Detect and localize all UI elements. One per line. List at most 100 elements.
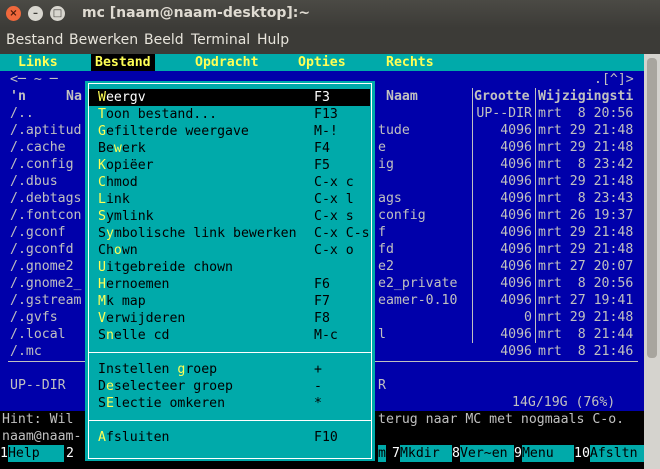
menu-bestand[interactable]: Bestand — [6, 32, 63, 48]
right-file-name[interactable]: e2 — [378, 258, 394, 275]
mc-menu-bestand[interactable]: Bestand — [91, 54, 155, 71]
left-file-item[interactable]: /.aptitud — [10, 122, 81, 139]
fkey-label: Ver~en — [459, 445, 514, 462]
menu-item[interactable]: Link C-x l — [85, 191, 375, 208]
menu-terminal[interactable]: Terminal — [191, 32, 250, 48]
label-text: S — [98, 226, 106, 241]
left-file-item[interactable]: /.debtags — [10, 190, 81, 207]
menu-item[interactable]: Chmod C-x c — [85, 174, 375, 191]
fkey-number: 1 — [0, 446, 8, 461]
terminal-scrollbar[interactable] — [644, 54, 660, 469]
right-file-size: 4096 — [500, 327, 532, 342]
right-file-name[interactable]: fd — [378, 241, 394, 258]
hint-text-left: Hint: Wil — [2, 412, 74, 427]
menu-item-label: Bewerk — [98, 140, 146, 157]
menu-item[interactable]: Chown C-x o — [85, 242, 375, 259]
hotkey-letter: y — [105, 226, 114, 241]
left-file-item[interactable]: /.dbus — [10, 173, 58, 190]
hotkey-letter: G — [98, 124, 106, 139]
fkey-9[interactable]: 9Menu — [514, 445, 574, 462]
mc-menu-rechts[interactable]: Rechts — [386, 54, 434, 71]
menu-item-label: Weergv — [98, 89, 146, 106]
label-text: selecteer groep — [113, 379, 233, 394]
menu-item[interactable]: Symlink C-x s — [85, 208, 375, 225]
left-file-item[interactable]: /.gconfd — [10, 241, 74, 258]
terminal-area[interactable]: Links Bestand Opdracht Opties Rechts <─ … — [0, 54, 660, 469]
right-file-size: 4096 — [500, 259, 532, 274]
menu-item[interactable]: Symbolische link bewerken C-x C-s — [85, 225, 375, 242]
label-text: wn — [121, 243, 138, 258]
left-file-item[interactable]: /.local — [10, 326, 66, 343]
fkey-number: 8 — [452, 446, 460, 461]
left-file-item[interactable]: /.fontcon — [10, 207, 81, 224]
menu-item[interactable]: Mk map F7 — [85, 293, 375, 310]
right-file-size: 4096 — [500, 242, 532, 257]
menu-item[interactable]: Hernoemen F6 — [85, 276, 375, 293]
menu-beeld[interactable]: Beeld — [144, 32, 184, 48]
left-sort-indicator[interactable]: 'n — [10, 88, 26, 105]
right-file-name[interactable]: ags — [378, 190, 402, 207]
fkey-2[interactable]: 2 — [66, 445, 82, 462]
mc-menu-links[interactable]: Links — [18, 54, 58, 71]
right-file-date: mrt 8 23:42 — [538, 157, 634, 172]
fkey-1[interactable]: 1Help — [0, 445, 64, 462]
hotkey-letter: w — [113, 141, 122, 156]
close-button[interactable]: × — [6, 6, 21, 21]
menu-bewerken[interactable]: Bewerken — [69, 32, 138, 48]
left-file-item[interactable]: /.. — [10, 105, 34, 122]
menu-item[interactable]: Kopiëer F5 — [85, 157, 375, 174]
right-file-size: 4096 — [500, 123, 532, 138]
left-file-item[interactable]: /.gnome2_ — [10, 275, 81, 292]
mc-menu-opdracht[interactable]: Opdracht — [195, 54, 259, 71]
right-header-size[interactable]: Grootte — [474, 88, 530, 105]
title-bar: × – □ mc [naam@naam-desktop]:~ — [0, 0, 660, 28]
menu-item[interactable]: Deselecteer groep - — [85, 378, 375, 395]
left-file-item[interactable]: /.gvfs — [10, 309, 58, 326]
prompt-text: naam@naam- — [2, 429, 82, 444]
right-file-name[interactable]: e — [378, 139, 386, 156]
menu-item-shortcut: F13 — [314, 107, 338, 122]
menu-item[interactable]: Weergv F3 — [85, 89, 375, 106]
label-text: itgebreide chown — [105, 260, 233, 275]
left-file-item[interactable]: /.mc — [10, 343, 42, 360]
menu-item[interactable]: SElectie omkeren * — [85, 395, 375, 412]
menu-item[interactable]: Instellen groep + — [85, 361, 375, 378]
fkey-7[interactable]: 7Mkdir — [392, 445, 452, 462]
fkey-partial[interactable]: m — [378, 445, 386, 462]
menu-hulp[interactable]: Hulp — [257, 32, 289, 48]
menu-item-shortcut: * — [314, 396, 322, 411]
menu-item[interactable]: Afsluiten F10 — [85, 429, 375, 446]
minimize-button[interactable]: – — [28, 6, 43, 21]
menu-item-label: Chown — [98, 242, 138, 259]
left-header-name[interactable]: Na — [66, 88, 82, 105]
fkey-8[interactable]: 8Ver~en — [452, 445, 514, 462]
menu-item[interactable]: Gefilterde weergave M-! — [85, 123, 375, 140]
right-file-name[interactable]: eamer-0.10 — [378, 292, 457, 309]
menu-item[interactable]: Uitgebreide chown — [85, 259, 375, 276]
menu-item-shortcut: + — [314, 362, 322, 377]
right-file-name[interactable]: e2_private — [378, 275, 457, 292]
label-text: ernoemen — [105, 277, 170, 292]
menu-item-label: Gefilterde weergave — [98, 123, 249, 140]
right-file-name[interactable]: ig — [378, 156, 394, 173]
left-file-item[interactable]: /.cache — [10, 139, 66, 156]
menu-item[interactable]: Verwijderen F8 — [85, 310, 375, 327]
left-file-item[interactable]: /.gstream — [10, 292, 81, 309]
right-file-name[interactable]: tude — [378, 122, 410, 139]
menu-item[interactable]: Toon bestand... F13 — [85, 106, 375, 123]
menu-item-label: Uitgebreide chown — [98, 259, 233, 276]
menu-item[interactable]: Snelle cd M-c — [85, 327, 375, 344]
left-file-item[interactable]: /.config — [10, 156, 74, 173]
left-file-item[interactable]: /.gconf — [10, 224, 66, 241]
left-file-item[interactable]: /.gnome2 — [10, 258, 74, 275]
right-header-date[interactable]: Wijzigingsti — [538, 88, 633, 105]
right-file-name[interactable]: f — [378, 224, 386, 241]
right-file-name[interactable]: l — [378, 326, 386, 343]
maximize-button[interactable]: □ — [50, 6, 65, 21]
scrollbar-thumb[interactable] — [647, 58, 657, 358]
right-panel-controls[interactable]: .[^]> — [594, 71, 634, 88]
menu-item[interactable]: Bewerk F4 — [85, 140, 375, 157]
right-header-name[interactable]: Naam — [386, 88, 418, 105]
mc-menu-opties[interactable]: Opties — [298, 54, 346, 71]
right-file-name[interactable]: config — [378, 207, 426, 224]
